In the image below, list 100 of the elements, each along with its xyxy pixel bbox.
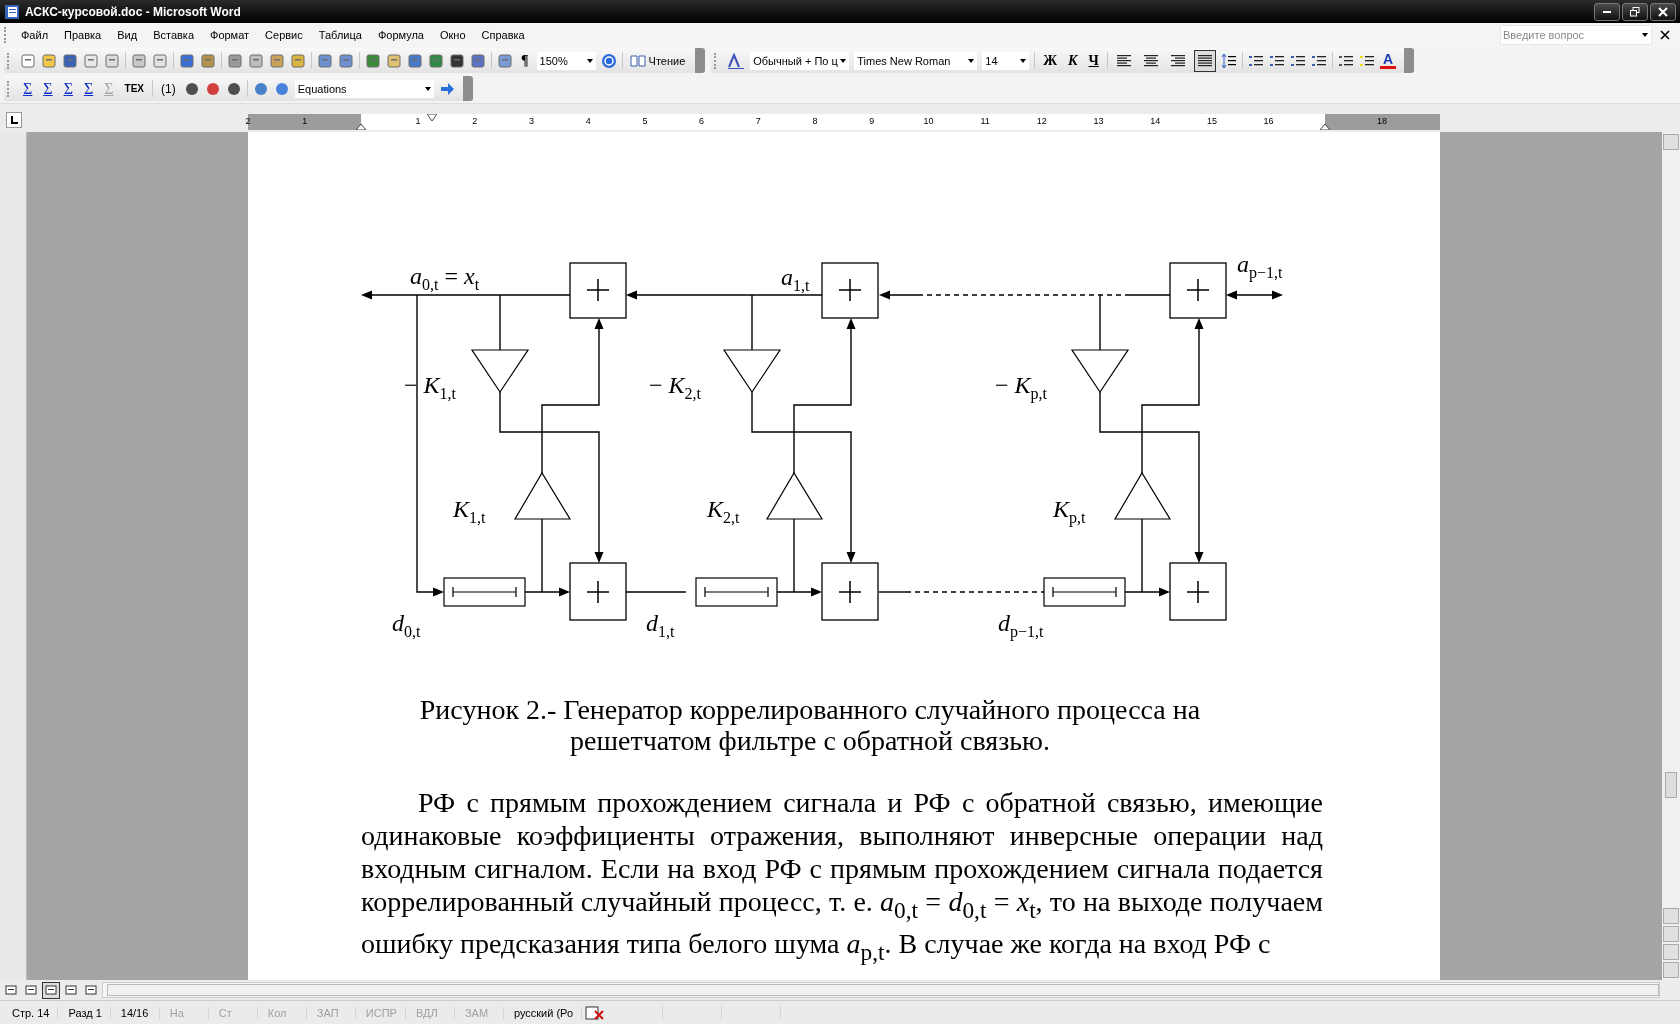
ruler-number: 18 (1376, 116, 1388, 126)
minimize-icon (1603, 10, 1611, 13)
reading-button[interactable]: Чтение (627, 54, 688, 67)
ruler-number: 13 (1092, 116, 1105, 126)
ruler-number: 4 (584, 116, 592, 126)
gain-triangle (722, 349, 782, 394)
toolbar-grip[interactable] (7, 52, 12, 69)
ruler-number: 8 (811, 116, 819, 126)
minimize-button[interactable] (1594, 2, 1620, 21)
ruler-number: 15 (1205, 116, 1218, 126)
bold-button[interactable]: Ж (1040, 52, 1061, 69)
toolbar-options-button[interactable] (695, 48, 706, 73)
tex-button[interactable]: TEX (121, 83, 147, 94)
font-size-dropdown[interactable]: 14 (982, 51, 1030, 70)
figure-caption: Рисунок 2.- Генератор коррелированного случайного процесса на (419, 694, 1201, 725)
ruler-number: 1 (301, 116, 309, 126)
ruler-number: 2 (471, 116, 479, 126)
zoom-dropdown[interactable]: 150% (536, 51, 596, 70)
ruler-number: 11 (979, 116, 991, 126)
equation-style-dropdown[interactable]: Equations (294, 79, 434, 98)
diagram-label: d$_{1,t}$ (646, 609, 675, 638)
toolbar-grip[interactable] (4, 27, 9, 43)
ruler-number: 1 (414, 116, 422, 126)
align-justify-button[interactable] (1193, 49, 1216, 72)
toolbar-grip[interactable] (7, 80, 12, 97)
status-item: ЗАМ (456, 1006, 504, 1019)
font-dropdown[interactable]: Times New Roman (854, 51, 978, 70)
dropdown-arrow-icon[interactable] (424, 86, 431, 91)
ruler-number: 2 (244, 116, 252, 126)
adder-block (821, 562, 879, 621)
signal-arrow (1124, 587, 1170, 597)
view-button[interactable] (42, 981, 60, 999)
equation-number-button[interactable]: (1) (158, 81, 179, 96)
dropdown-arrow-icon[interactable] (586, 58, 593, 63)
dropdown-arrow-icon[interactable] (1020, 58, 1027, 63)
menu-item[interactable]: Вид (110, 27, 145, 43)
menu-item[interactable]: Правка (57, 27, 109, 43)
first-line-indent-icon[interactable] (427, 114, 438, 122)
view-icon (65, 985, 77, 995)
style-dropdown[interactable]: Обычный + По ц (750, 51, 850, 70)
align-left-icon (1116, 54, 1131, 67)
adder-block (821, 262, 879, 319)
help-icon[interactable] (600, 52, 617, 69)
forward-arrow-icon[interactable] (438, 80, 455, 97)
horizontal-scrollbar[interactable] (102, 982, 1660, 998)
font-color-button[interactable]: A (1379, 52, 1396, 69)
menu-item[interactable]: Справка (474, 27, 532, 43)
styles-icon[interactable] (727, 52, 746, 69)
italic-button[interactable]: К (1065, 52, 1081, 69)
ruler-number: 7 (754, 116, 762, 126)
window-title: АСКС-курсовой.doc - Microsoft Word (25, 4, 241, 19)
help-search-field[interactable]: Введите вопрос (1500, 25, 1652, 45)
status-item: 14/16 (112, 1006, 160, 1019)
dropdown-arrow-icon[interactable] (1642, 33, 1648, 37)
dropdown-arrow-icon[interactable] (968, 58, 975, 63)
status-item: Разд 1 (60, 1006, 111, 1019)
sum-button[interactable]: Σ (80, 79, 97, 98)
status-item: русский (Ро (505, 1006, 583, 1019)
spelling-status-icon[interactable] (584, 1004, 605, 1021)
gain-triangle (470, 349, 530, 394)
diagram-label: K$_{1,t}$ (453, 495, 486, 524)
document-icon (4, 3, 20, 20)
menu-item[interactable]: Файл (14, 27, 56, 43)
sum-button[interactable]: Σ (40, 79, 56, 98)
align-center-icon (1143, 54, 1158, 67)
tab-selector[interactable] (6, 112, 22, 128)
menu-item[interactable]: Таблица (311, 27, 369, 43)
status-item: Кол (259, 1006, 307, 1019)
diagram-label: a$_{1,t}$ (781, 263, 810, 292)
close-icon[interactable] (1660, 30, 1670, 40)
line-spacing-icon[interactable] (1220, 52, 1237, 69)
scroll-thumb[interactable] (1665, 772, 1677, 798)
vertical-scrollbar[interactable] (1662, 132, 1680, 980)
ruler-number: 5 (641, 116, 649, 126)
diagram-label: − K$_{1,t}$ (404, 371, 456, 400)
underline-button[interactable]: Ч (1085, 52, 1102, 69)
toolbar-options-button[interactable] (462, 76, 473, 101)
dropdown-arrow-icon[interactable] (840, 58, 847, 63)
formatting-marks-button[interactable]: ¶ (518, 52, 532, 69)
diagram-label: d$_{0,t}$ (392, 609, 421, 638)
restore-button[interactable] (1622, 2, 1648, 21)
menu-item[interactable]: Вставка (146, 27, 201, 43)
align-right-icon (1170, 54, 1185, 67)
scroll-thumb[interactable] (107, 984, 1659, 996)
align-justify-icon (1197, 54, 1212, 67)
figure-caption: решетчатом фильтре с обратной связью. (570, 725, 1050, 756)
book-icon (629, 54, 646, 67)
gain-triangle (1113, 471, 1172, 520)
menu-item[interactable]: Сервис (258, 27, 310, 43)
help-search-input[interactable]: Введите вопрос (1501, 28, 1635, 42)
ruler-number: 3 (528, 116, 535, 126)
menu-item[interactable]: Формула (370, 27, 431, 43)
view-icon (45, 985, 57, 995)
menu-item[interactable]: Окно (433, 27, 473, 43)
ruler-number: 16 (1262, 116, 1275, 126)
close-button[interactable] (1650, 2, 1676, 21)
sum-button[interactable]: Σ (60, 79, 76, 98)
sum-button[interactable]: Σ (20, 79, 36, 98)
menu-item[interactable]: Формат (203, 27, 257, 43)
gain-triangle (513, 471, 572, 520)
